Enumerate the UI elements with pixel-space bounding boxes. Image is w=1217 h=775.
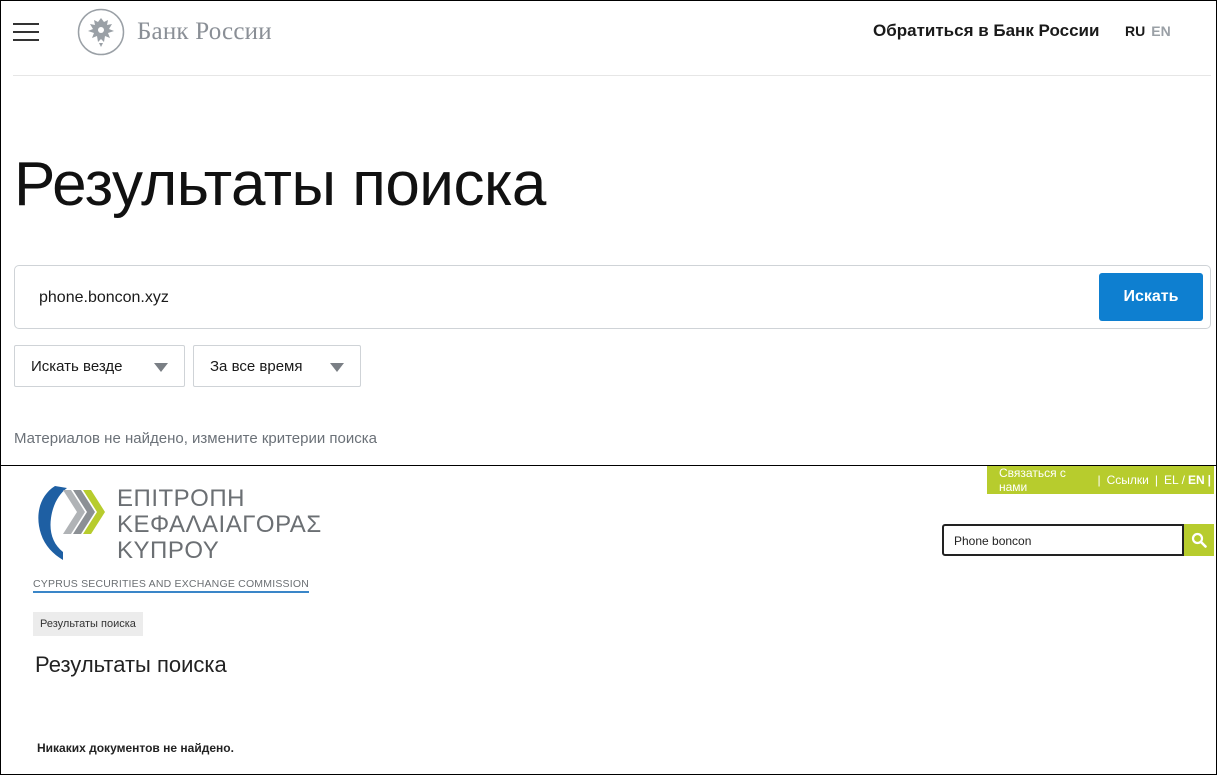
language-switcher: RU EN [1125,23,1171,39]
separator: | [1154,473,1158,487]
scope-select[interactable]: Искать везде [14,345,185,387]
cysec-top-links: Связаться с нами | Ссылки | EL / EN | [987,466,1214,494]
lang-en-link[interactable]: EN [1151,23,1170,39]
separator: | [1207,473,1211,487]
cysec-logo[interactable]: ΕΠΙΤΡΟΠΗ ΚΕΦΑΛΑΙΑΓΟΡΑΣ ΚΥΠΡΟΥ CYPRUS SEC… [33,482,321,593]
cysec-no-results-message: Никаких документов не найдено. [37,741,234,755]
contact-us-link[interactable]: Связаться с нами [999,466,1091,494]
lang-el-link[interactable]: EL [1164,473,1179,487]
menu-icon[interactable] [13,23,39,41]
lang-ru-link[interactable]: RU [1125,23,1145,39]
lang-en-link[interactable]: EN [1188,473,1205,487]
cysec-logo-english-text: CYPRUS SECURITIES AND EXCHANGE COMMISSIO… [33,578,309,593]
cysec-search-panel: Связаться с нами | Ссылки | EL / EN | ΕΠ… [0,465,1217,775]
links-link[interactable]: Ссылки [1107,473,1149,487]
search-icon [1191,532,1207,548]
cysec-search-input[interactable] [954,531,1174,551]
contact-bank-link[interactable]: Обратиться в Банк России [873,21,1099,41]
no-results-message: Материалов не найдено, измените критерии… [14,430,377,447]
separator: / [1181,473,1185,487]
cbr-header: Банк России Обратиться в Банк России RU E… [1,1,1216,75]
cysec-search-box [942,524,1184,556]
search-box: Искать [14,265,1211,329]
cysec-chevron-logo-icon [38,486,105,560]
cbr-logo-text: Банк России [137,18,272,45]
period-select[interactable]: За все время [193,345,361,387]
search-button[interactable]: Искать [1099,273,1203,321]
breadcrumb: Результаты поиска [33,612,143,636]
separator: | [1097,473,1101,487]
scope-select-value: Искать везде [31,357,123,375]
page-title: Результаты поиска [14,150,546,219]
search-input[interactable] [39,284,1079,312]
cbr-search-panel: Банк России Обратиться в Банк России RU E… [0,0,1217,466]
cysec-logo-greek-text: ΕΠΙΤΡΟΠΗ ΚΕΦΑΛΑΙΑΓΟΡΑΣ ΚΥΠΡΟΥ [117,485,322,564]
double-headed-eagle-icon [77,8,125,56]
period-select-value: За все время [210,357,303,375]
cysec-search-button[interactable] [1184,524,1214,556]
cysec-page-title: Результаты поиска [35,652,227,677]
chevron-down-icon [154,363,168,372]
chevron-down-icon [330,363,344,372]
header-divider [13,75,1211,76]
cbr-logo[interactable]: Банк России [77,7,272,57]
